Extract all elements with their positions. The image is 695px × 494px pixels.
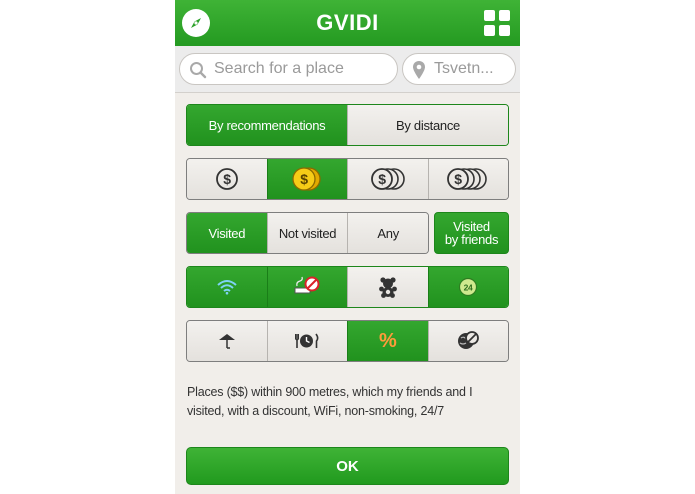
price-level-3[interactable]: $: [347, 159, 428, 199]
not-visited-option[interactable]: Not visited: [266, 213, 348, 253]
open-24h-icon: 24: [458, 277, 478, 297]
price-level-1[interactable]: $: [187, 159, 267, 199]
no-pets-icon: [457, 330, 480, 352]
kids-toggle[interactable]: [347, 267, 428, 307]
location-field[interactable]: Tsvetn...: [402, 53, 516, 85]
filter-summary: Places ($$) within 900 metres, which my …: [187, 385, 473, 418]
search-placeholder: Search for a place: [214, 60, 344, 77]
features-control: %: [186, 320, 509, 362]
sort-by-distance[interactable]: By distance: [347, 105, 508, 145]
search-icon: [189, 61, 207, 79]
location-pin-icon: [412, 60, 426, 80]
kids-teddy-bear-icon: [377, 276, 399, 298]
business-lunch-toggle[interactable]: [266, 321, 347, 361]
no-smoking-icon: [294, 276, 320, 298]
no-pets-toggle[interactable]: [427, 321, 508, 361]
wifi-icon: [216, 279, 238, 295]
terrace-umbrella-icon: [217, 332, 237, 350]
top-bar: GVIDI: [175, 0, 520, 47]
svg-text:$: $: [378, 171, 386, 187]
grid-menu-icon[interactable]: [484, 10, 510, 36]
business-lunch-icon: [294, 332, 320, 350]
location-value: Tsvetn...: [434, 60, 494, 77]
app-title: GVIDI: [316, 10, 379, 35]
price-level-4[interactable]: $: [427, 159, 508, 199]
friends-label-line2: by friends: [444, 232, 499, 247]
one-coin-icon: $: [215, 167, 239, 191]
two-coins-icon: $: [291, 166, 323, 192]
filter-panel: By recommendations By distance $ $ $ $ V…: [175, 93, 520, 494]
ok-button[interactable]: OK: [186, 447, 509, 485]
price-level-2[interactable]: $: [266, 159, 347, 199]
amenities-control: 24: [186, 266, 509, 308]
three-coins-icon: $: [370, 167, 406, 191]
visited-by-friends-toggle[interactable]: Visited by friends: [434, 212, 509, 254]
any-option[interactable]: Any: [347, 213, 428, 253]
app-screen: GVIDI Search for a place Tsvetn... By re…: [175, 0, 520, 494]
badge-24-text: 24: [464, 282, 473, 292]
svg-text:$: $: [301, 171, 309, 187]
no-smoking-toggle[interactable]: [266, 267, 347, 307]
discount-toggle[interactable]: %: [347, 321, 428, 361]
open-24h-toggle[interactable]: 24: [427, 267, 508, 307]
wifi-toggle[interactable]: [187, 267, 267, 307]
sort-segmented-control: By recommendations By distance: [186, 104, 509, 146]
terrace-toggle[interactable]: [187, 321, 267, 361]
svg-text:$: $: [455, 171, 463, 187]
svg-text:$: $: [223, 171, 231, 187]
discount-icon: %: [379, 329, 397, 352]
visited-control: Visited Not visited Any: [186, 212, 429, 254]
search-input[interactable]: Search for a place: [179, 53, 398, 85]
price-level-control: $ $ $ $: [186, 158, 509, 200]
search-row: Search for a place Tsvetn...: [175, 46, 520, 93]
four-coins-icon: $: [446, 167, 490, 191]
visited-option[interactable]: Visited: [187, 213, 267, 253]
sort-by-recommendations[interactable]: By recommendations: [187, 105, 347, 145]
